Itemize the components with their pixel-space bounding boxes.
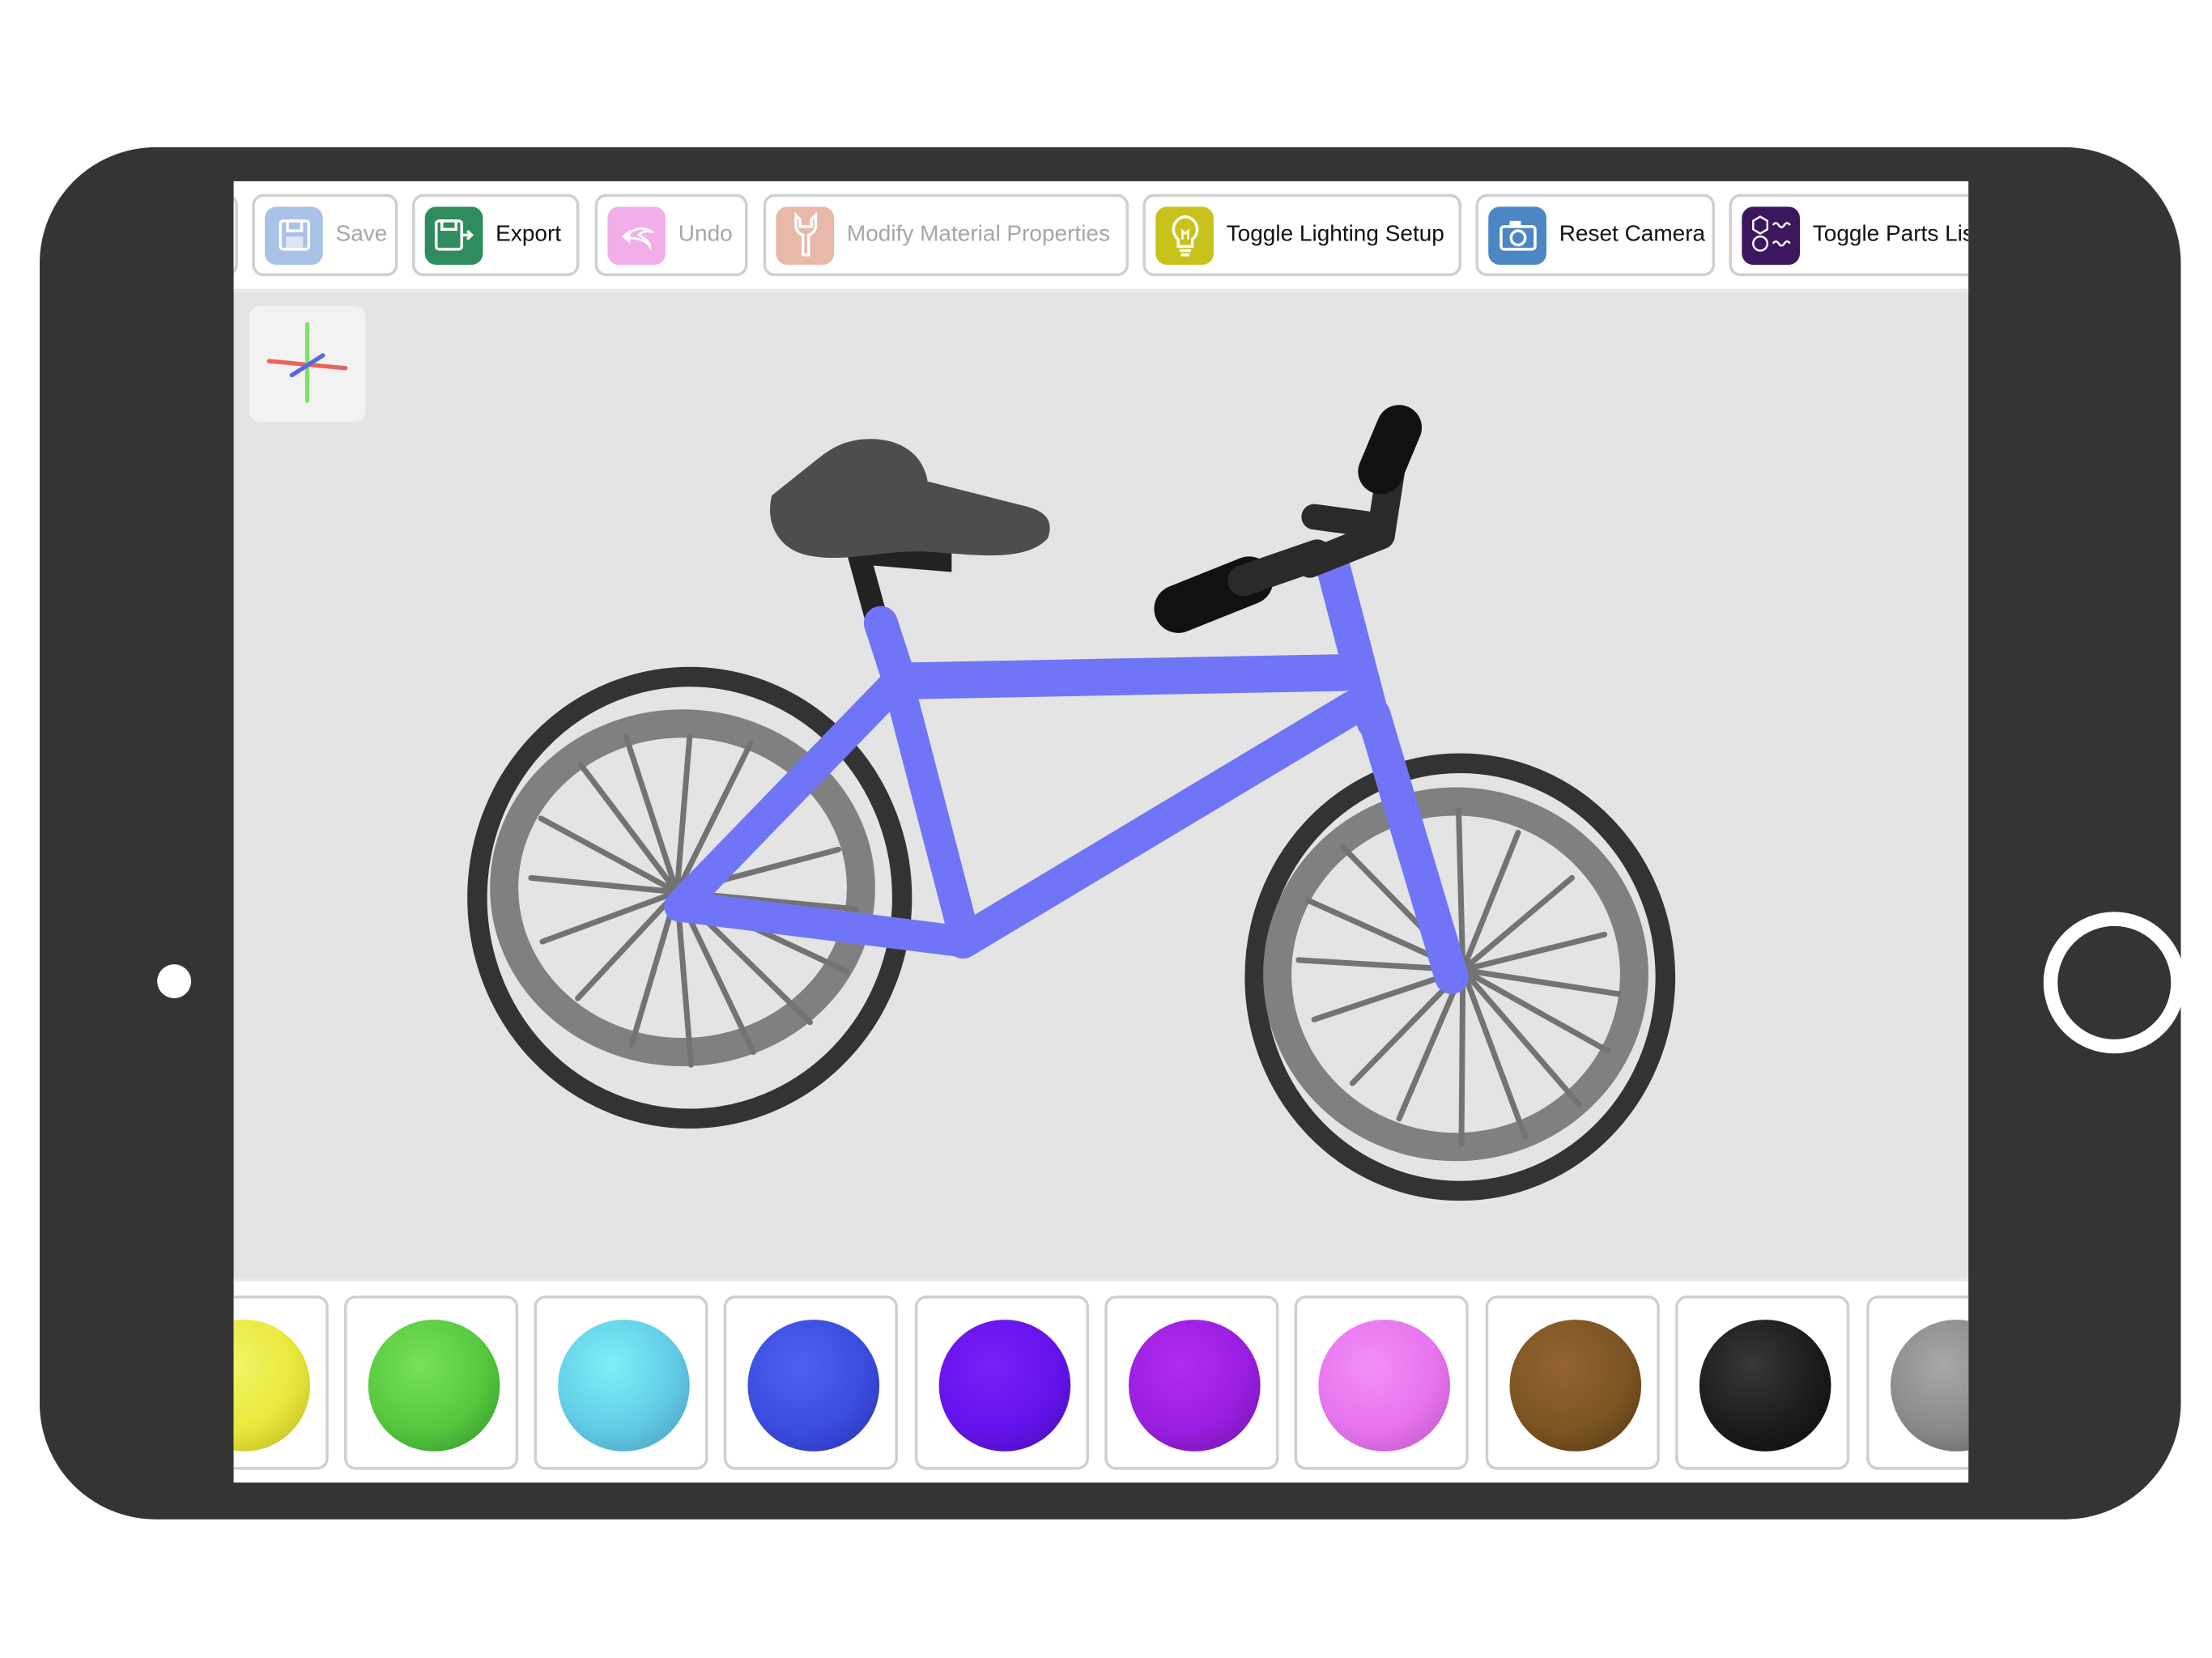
swatch-color <box>368 1320 500 1452</box>
reset-camera-button[interactable]: Reset Camera <box>1475 193 1716 277</box>
wrench-icon <box>776 206 835 265</box>
swatch-violet[interactable] <box>1104 1295 1279 1470</box>
swatch-brown[interactable] <box>1485 1295 1660 1470</box>
swatch-gray[interactable] <box>1866 1295 1969 1470</box>
toggle-lighting-button[interactable]: Toggle Lighting Setup <box>1142 193 1462 277</box>
color-palette <box>233 1278 1969 1483</box>
swatch-color <box>747 1320 880 1452</box>
xyz-axes-icon <box>266 321 348 403</box>
swatch-color <box>1128 1320 1261 1452</box>
swatch-blue[interactable] <box>723 1295 898 1470</box>
export-button[interactable]: Export <box>411 193 580 277</box>
swatch-yellow[interactable] <box>233 1295 329 1470</box>
camera-icon <box>1488 206 1546 265</box>
swatch-color <box>1318 1320 1451 1452</box>
swatch-color <box>1890 1320 1969 1452</box>
swatch-color <box>1509 1320 1642 1452</box>
floppy-disk-icon <box>265 206 323 265</box>
modify-material-label: Modify Material Properties <box>846 222 1110 247</box>
lightbulb-icon <box>1155 206 1214 265</box>
swatch-color <box>1699 1320 1831 1452</box>
swatch-indigo[interactable] <box>914 1295 1090 1470</box>
swatch-pink[interactable] <box>1294 1295 1469 1470</box>
swatch-color <box>558 1320 690 1452</box>
right-grip <box>1358 405 1423 495</box>
undo-arrow-icon <box>607 206 666 265</box>
undo-button[interactable]: Undo <box>594 193 748 277</box>
reset-camera-label: Reset Camera <box>1559 222 1706 247</box>
home-button[interactable] <box>2043 912 2185 1054</box>
toolbar: Save Export Undo Modify Material Propert… <box>233 181 1969 292</box>
swatch-black[interactable] <box>1675 1295 1850 1470</box>
app-screen: Save Export Undo Modify Material Propert… <box>233 181 1969 1483</box>
front-camera <box>157 964 192 999</box>
xyz-axes-button[interactable] <box>249 305 366 423</box>
handlebars[interactable] <box>1154 405 1423 633</box>
3d-viewport[interactable] <box>234 291 1969 1278</box>
toggle-parts-list-button[interactable]: Toggle Parts List <box>1729 193 1969 277</box>
swatch-light-blue[interactable] <box>534 1295 708 1470</box>
top-tube <box>879 654 1364 700</box>
toggle-lighting-label: Toggle Lighting Setup <box>1226 222 1444 247</box>
save-label: Save <box>335 222 388 247</box>
export-disk-icon <box>424 206 483 265</box>
save-button[interactable]: Save <box>252 193 398 277</box>
undo-label: Undo <box>678 222 733 247</box>
toggle-parts-list-label: Toggle Parts List <box>1812 222 1969 247</box>
saddle[interactable] <box>770 439 1050 559</box>
swatch-green[interactable] <box>344 1295 519 1470</box>
modify-material-button[interactable]: Modify Material Properties <box>763 193 1129 277</box>
swatch-color <box>938 1320 1071 1452</box>
parts-list-icon <box>1742 206 1801 265</box>
export-label: Export <box>496 222 562 247</box>
swatch-color <box>233 1320 311 1452</box>
toolbar-partial-button[interactable] <box>233 193 238 277</box>
